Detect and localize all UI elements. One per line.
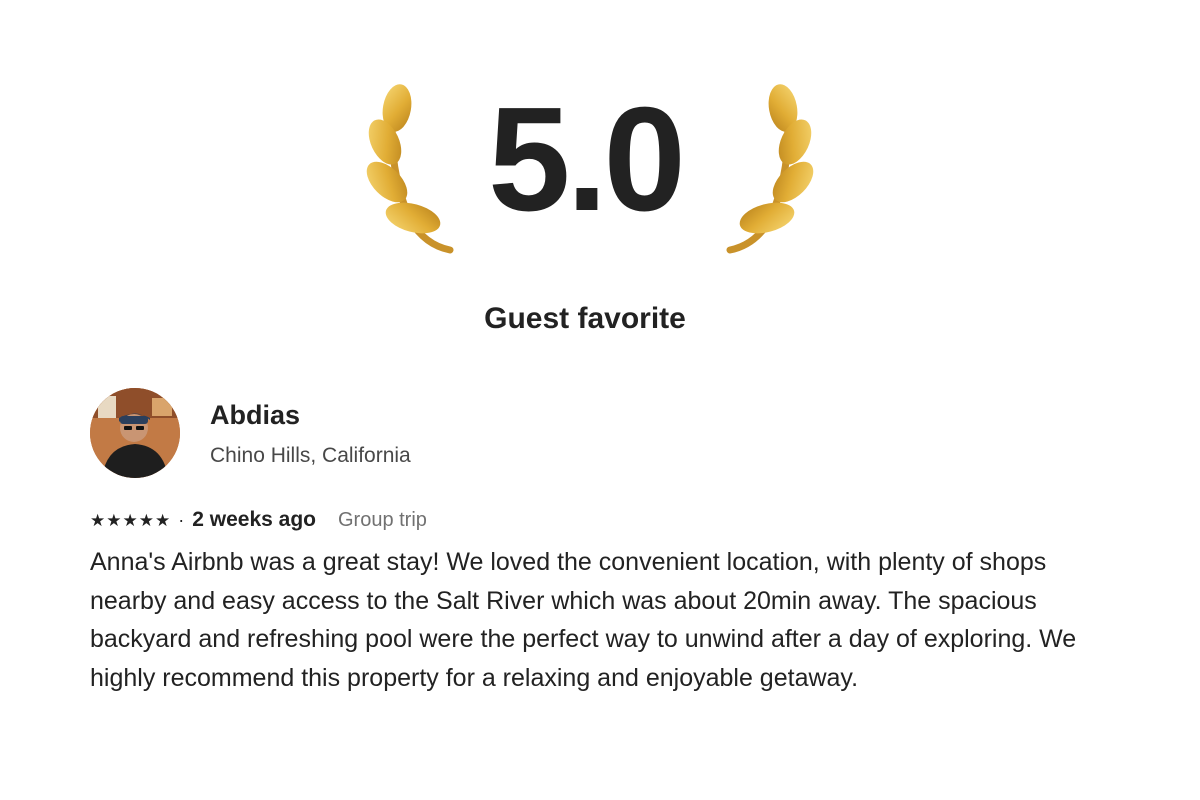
- laurel-right-icon: [726, 84, 814, 254]
- review-text: Anna's Airbnb was a great stay! We loved…: [90, 548, 1077, 692]
- review-card: 5.0 Guest favorite Abdias Chino Hills, C…: [0, 0, 1200, 800]
- separator-dot: ·: [178, 509, 185, 530]
- review-date: 2 weeks ago: [192, 508, 316, 531]
- reviewer-photo-icon: [90, 388, 180, 478]
- star-icon: ★: [106, 510, 122, 530]
- trip-type: Group trip: [337, 508, 427, 531]
- guest-favorite-rating: 5.0: [0, 70, 1200, 270]
- star-icon: ★: [155, 510, 171, 530]
- laurel-left-icon: [366, 84, 454, 254]
- star-icon: ★: [90, 510, 106, 530]
- star-icon: ★: [122, 510, 138, 530]
- reviewer-location: Chino Hills, California: [210, 444, 411, 467]
- guest-favorite-label: Guest favorite: [484, 302, 686, 335]
- rating-value: 5.0: [488, 77, 686, 242]
- avatar[interactable]: [90, 388, 180, 478]
- review-meta: ★ ★ ★ ★ ★ · 2 weeks ago Group trip: [90, 508, 427, 532]
- star-rating: ★ ★ ★ ★ ★: [90, 512, 170, 529]
- reviewer-name[interactable]: Abdias: [210, 400, 300, 431]
- star-icon: ★: [138, 510, 154, 530]
